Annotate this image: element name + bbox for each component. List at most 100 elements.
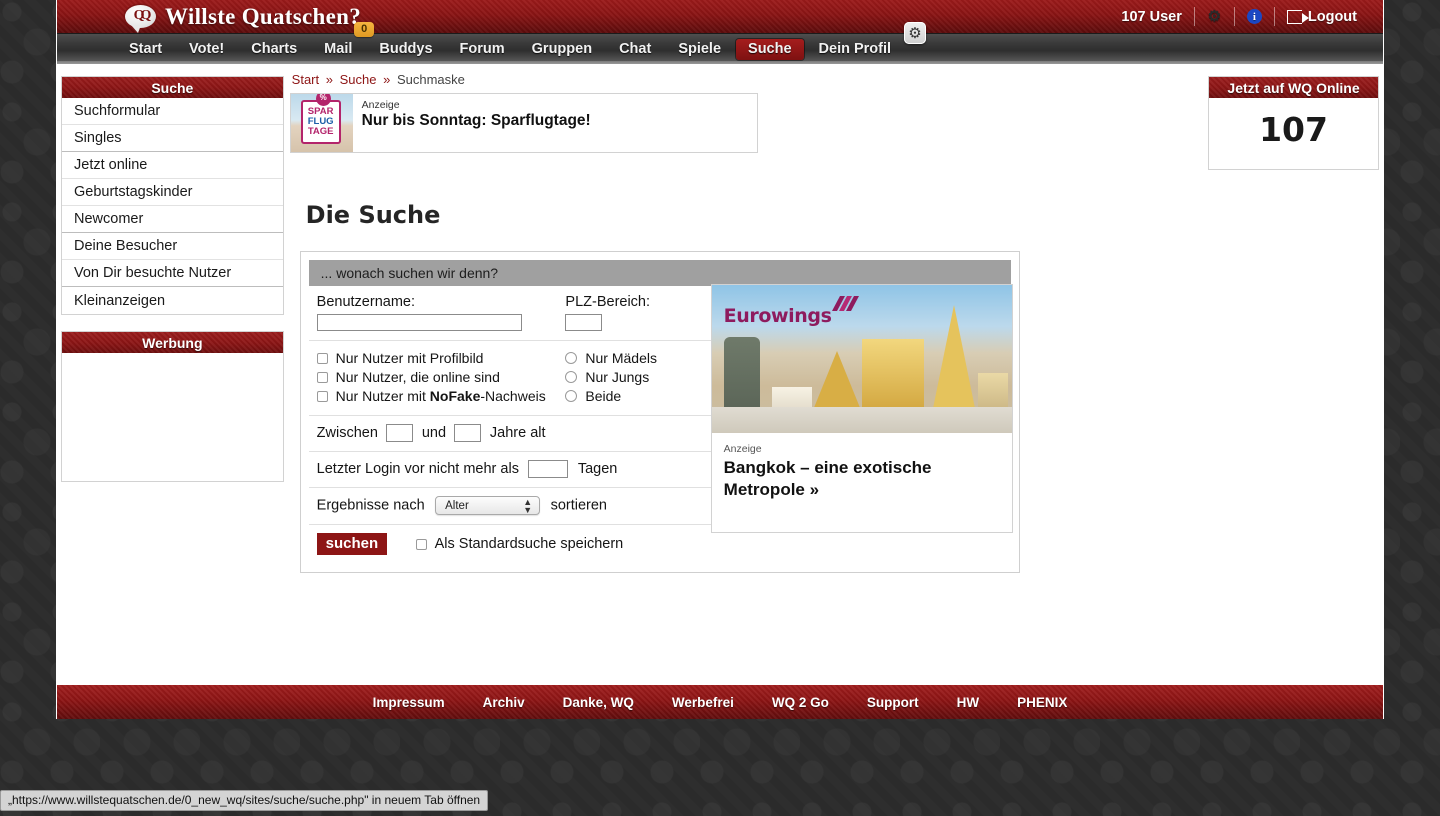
- top-ad-label: Anzeige: [361, 99, 400, 111]
- sort-suffix-label: sortieren: [550, 498, 607, 515]
- sidebar-search-title: Suche: [62, 77, 283, 98]
- header-right-tools: 107 User ⚙ i Logout: [1109, 6, 1369, 28]
- site-title: Willste Quatschen?: [165, 3, 362, 29]
- side-ad-label: Anzeige: [723, 443, 762, 455]
- sidebar-ads-title: Werbung: [62, 332, 283, 353]
- main-navigation: Start Vote! Charts Mail 0 Buddys Forum G…: [57, 22, 1383, 64]
- radio-jungs-row[interactable]: Nur Jungs: [565, 368, 714, 386]
- footer-link-werbefrei[interactable]: Werbefrei: [672, 695, 734, 710]
- nav-item-spiele[interactable]: Spiele: [666, 39, 733, 60]
- lastlogin-days-input[interactable]: [528, 460, 569, 479]
- nav-item-gruppen[interactable]: Gruppen: [520, 39, 604, 60]
- radio-maedels[interactable]: [565, 352, 578, 364]
- search-row-submit: suchen Als Standardsuche speichern: [309, 525, 715, 564]
- online-users-title: Jetzt auf WQ Online: [1209, 77, 1379, 98]
- footer-link-impressum[interactable]: Impressum: [373, 695, 445, 710]
- save-default-row[interactable]: Als Standardsuche speichern: [415, 536, 624, 553]
- top-ad-image: SPAR FLUG TAGE: [290, 94, 353, 152]
- top-ad-title[interactable]: Nur bis Sonntag: Sparflugtage!: [362, 112, 591, 130]
- age-to-input[interactable]: [454, 424, 482, 442]
- footer-link-archiv[interactable]: Archiv: [483, 695, 525, 710]
- checkbox-save-default[interactable]: [415, 538, 427, 550]
- user-count: 107 User: [1121, 8, 1182, 25]
- nav-item-chat[interactable]: Chat: [607, 39, 663, 60]
- footer-link-hw[interactable]: HW: [957, 695, 980, 710]
- site-footer: Impressum Archiv Danke, WQ Werbefrei WQ …: [57, 684, 1383, 719]
- online-users-count: 107: [1259, 110, 1328, 149]
- site-logo[interactable]: QQ Willste Quatschen?: [125, 3, 362, 33]
- logout-label: Logout: [1307, 8, 1357, 25]
- search-panel: ... wonach suchen wir denn? Benutzername…: [299, 251, 1020, 574]
- checkbox-profilbild-label: Nur Nutzer mit Profilbild: [335, 350, 484, 366]
- breadcrumb-start[interactable]: Start: [292, 72, 319, 87]
- gear-icon[interactable]: ⚙: [904, 22, 926, 44]
- radio-beide[interactable]: [565, 390, 578, 402]
- footer-link-support[interactable]: Support: [867, 695, 919, 710]
- plz-input[interactable]: [565, 314, 603, 331]
- nav-item-vote[interactable]: Vote!: [177, 39, 236, 60]
- footer-link-wq-2-go[interactable]: WQ 2 Go: [772, 695, 829, 710]
- page-title: Die Suche: [305, 201, 441, 229]
- search-submit-button[interactable]: suchen: [316, 533, 388, 556]
- age-middle-label: und: [421, 425, 447, 442]
- sidebar-item-geburtstagskinder[interactable]: Geburtstagskinder: [62, 179, 283, 206]
- info-button[interactable]: i: [1235, 6, 1274, 28]
- username-input[interactable]: [316, 314, 522, 331]
- nav-item-charts[interactable]: Charts: [239, 39, 309, 60]
- lastlogin-prefix-label: Letzter Login vor nicht mehr als: [316, 461, 519, 478]
- radio-beide-row[interactable]: Beide: [565, 387, 714, 405]
- nav-item-mail[interactable]: Mail: [312, 39, 364, 60]
- eurowings-logo-icon: [831, 296, 862, 311]
- logout-button[interactable]: Logout: [1275, 6, 1369, 28]
- sidebar-item-singles[interactable]: Singles: [62, 125, 283, 152]
- checkbox-nofake-row[interactable]: Nur Nutzer mit NoFake-Nachweis: [316, 387, 566, 405]
- main-content: Start » Suche » Suchmaske SPAR FLUG TAGE…: [284, 64, 1208, 684]
- age-from-input[interactable]: [386, 424, 414, 442]
- sidebar-item-newcomer[interactable]: Newcomer: [62, 206, 283, 233]
- nav-item-mail-wrapper: Mail 0: [312, 22, 375, 60]
- nav-item-forum[interactable]: Forum: [448, 39, 517, 60]
- chevron-updown-icon: ▲ ▼: [523, 497, 533, 516]
- sidebar-item-deine-besucher[interactable]: Deine Besucher: [62, 233, 283, 260]
- nav-item-start[interactable]: Start: [117, 39, 174, 60]
- side-ad-title[interactable]: Bangkok – eine exotische Metropole »: [724, 457, 1000, 501]
- sort-select[interactable]: Alter ▲ ▼: [435, 496, 541, 516]
- gear-icon: ⚙: [1207, 8, 1222, 25]
- checkbox-nofake[interactable]: [316, 390, 328, 402]
- footer-link-danke-wq[interactable]: Danke, WQ: [563, 695, 634, 710]
- nav-item-dein-profil[interactable]: Dein Profil: [807, 39, 904, 60]
- footer-link-phenix[interactable]: PHENIX: [1017, 695, 1067, 710]
- sort-prefix-label: Ergebnisse nach: [316, 498, 425, 515]
- left-sidebar: Suche Suchformular Singles Jetzt online …: [57, 64, 284, 684]
- save-default-label: Als Standardsuche speichern: [434, 536, 624, 553]
- checkbox-online-label: Nur Nutzer, die online sind: [335, 369, 500, 385]
- logout-icon: [1286, 9, 1309, 24]
- badge-line-3: TAGE: [307, 125, 334, 137]
- radio-maedels-label: Nur Mädels: [585, 350, 657, 366]
- checkbox-online-row[interactable]: Nur Nutzer, die online sind: [316, 368, 566, 386]
- search-row-age: Zwischen und Jahre alt: [308, 416, 715, 453]
- checkbox-profilbild-row[interactable]: Nur Nutzer mit Profilbild: [316, 349, 566, 367]
- radio-jungs[interactable]: [565, 371, 578, 383]
- checkbox-profilbild[interactable]: [316, 352, 328, 364]
- settings-button[interactable]: ⚙: [1195, 6, 1234, 28]
- right-sidebar-ad-slot: [1208, 550, 1380, 560]
- sidebar-item-suchformular[interactable]: Suchformular: [62, 98, 283, 125]
- sidebar-item-jetzt-online[interactable]: Jetzt online: [62, 152, 283, 179]
- radio-maedels-row[interactable]: Nur Mädels: [565, 349, 714, 367]
- sidebar-item-kleinanzeigen[interactable]: Kleinanzeigen: [62, 287, 283, 314]
- radio-beide-label: Beide: [585, 388, 622, 404]
- search-row-sort: Ergebnisse nach Alter ▲ ▼ sortieren: [308, 488, 715, 526]
- age-prefix-label: Zwischen: [316, 425, 378, 442]
- side-advertisement[interactable]: Eurowings Anzeige Bangkok – eine exotisc…: [710, 284, 1013, 533]
- breadcrumb-suche[interactable]: Suche: [340, 72, 377, 87]
- nav-item-buddys[interactable]: Buddys: [367, 39, 444, 60]
- eurowings-brand: Eurowings: [723, 305, 832, 327]
- age-suffix-label: Jahre alt: [489, 425, 546, 442]
- username-label: Benutzername:: [316, 294, 415, 310]
- radio-jungs-label: Nur Jungs: [585, 369, 650, 385]
- checkbox-online[interactable]: [316, 371, 328, 383]
- nav-item-suche[interactable]: Suche: [736, 38, 804, 60]
- sidebar-item-von-dir-besuchte-nutzer[interactable]: Von Dir besuchte Nutzer: [62, 260, 283, 287]
- top-advertisement[interactable]: SPAR FLUG TAGE Anzeige Nur bis Sonntag: …: [289, 93, 758, 153]
